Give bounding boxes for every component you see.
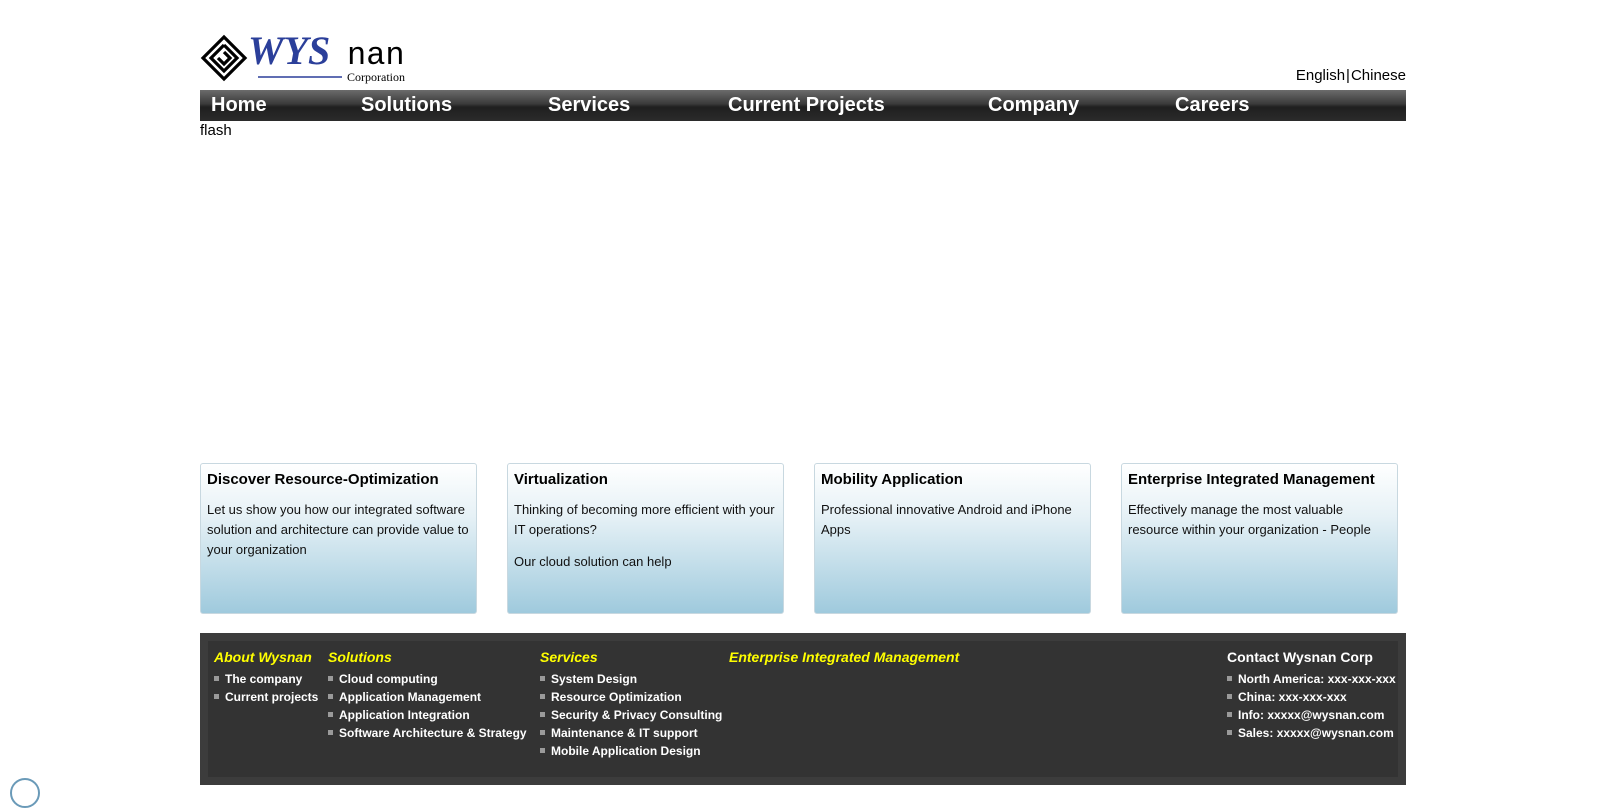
footer-link-security-privacy[interactable]: Security & Privacy Consulting [551,708,722,722]
footer: About Wysnan The company Current project… [200,633,1406,785]
footer-link-application-management[interactable]: Application Management [339,690,481,704]
feature-box-text: Our cloud solution can help [514,554,672,569]
contact-north-america: North America: xxx-xxx-xxx [1227,670,1396,688]
feature-box-title: Enterprise Integrated Management [1128,471,1375,488]
footer-services-heading: Services [540,649,598,665]
footer-link-cloud-computing[interactable]: Cloud computing [339,672,438,686]
feature-box-title: Discover Resource-Optimization [207,471,439,488]
list-item: Cloud computing [328,670,527,688]
flash-placeholder: flash [200,122,232,139]
logo-brand-nan: nan [347,37,405,74]
feature-box-text: Let us show you how our integrated softw… [207,502,469,557]
footer-contact-column: Contact Wysnan Corp North America: xxx-x… [1227,649,1396,742]
nav-company[interactable]: Company [988,94,1079,117]
main-nav: Home Solutions Services Current Projects… [200,90,1406,121]
feature-box-text: Professional innovative Android and iPho… [821,502,1072,537]
page: WYS nan Corporation English|Chinese Home… [200,0,1406,785]
list-item: Current projects [214,688,318,706]
footer-link-system-design[interactable]: System Design [551,672,637,686]
nav-current-projects[interactable]: Current Projects [728,94,885,117]
logo-mark-icon: WYS nan Corporation [200,30,405,84]
feature-box-resource-optimization[interactable]: Discover Resource-Optimization Let us sh… [200,463,477,614]
feature-box-title: Mobility Application [821,471,963,488]
footer-link-application-integration[interactable]: Application Integration [339,708,470,722]
nav-solutions[interactable]: Solutions [361,94,452,117]
corner-badge-icon[interactable] [10,778,40,808]
footer-about-heading: About Wysnan [214,649,312,665]
footer-link-software-architecture[interactable]: Software Architecture & Strategy [339,726,527,740]
contact-sales-email[interactable]: Sales: xxxxx@wysnan.com [1227,724,1396,742]
language-switcher: English|Chinese [1296,67,1406,84]
footer-link-the-company[interactable]: The company [225,672,302,686]
list-item: Resource Optimization [540,688,722,706]
list-item: The company [214,670,318,688]
nav-services[interactable]: Services [548,94,630,117]
nav-home[interactable]: Home [211,94,267,117]
footer-enterprise-column: Enterprise Integrated Management [729,649,959,670]
list-item: Security & Privacy Consulting [540,706,722,724]
list-item: Application Integration [328,706,527,724]
language-english-link[interactable]: English [1296,67,1345,84]
list-item: System Design [540,670,722,688]
footer-services-column: Services System Design Resource Optimiza… [540,649,722,760]
feature-box-text: Effectively manage the most valuable res… [1128,502,1371,537]
nav-careers[interactable]: Careers [1175,94,1250,117]
logo-brand-wys: WYS [248,30,330,73]
footer-link-current-projects[interactable]: Current projects [225,690,318,704]
footer-contact-heading: Contact Wysnan Corp [1227,649,1373,665]
contact-info-email[interactable]: Info: xxxxx@wysnan.com [1227,706,1396,724]
list-item: Application Management [328,688,527,706]
logo[interactable]: WYS nan Corporation [200,30,430,88]
list-item: Mobile Application Design [540,742,722,760]
logo-subtitle: Corporation [347,70,405,84]
header: WYS nan Corporation English|Chinese [200,0,1406,90]
footer-link-resource-optimization[interactable]: Resource Optimization [551,690,682,704]
list-item: Maintenance & IT support [540,724,722,742]
feature-box-text: Thinking of becoming more efficient with… [514,502,775,537]
feature-box-virtualization[interactable]: Virtualization Thinking of becoming more… [507,463,784,614]
list-item: Software Architecture & Strategy [328,724,527,742]
language-chinese-link[interactable]: Chinese [1351,67,1406,84]
footer-solutions-column: Solutions Cloud computing Application Ma… [328,649,527,742]
feature-box-enterprise-management[interactable]: Enterprise Integrated Management Effecti… [1121,463,1398,614]
footer-enterprise-heading[interactable]: Enterprise Integrated Management [729,649,959,665]
footer-inner: About Wysnan The company Current project… [208,641,1398,777]
feature-box-mobility-application[interactable]: Mobility Application Professional innova… [814,463,1091,614]
feature-box-title: Virtualization [514,471,608,488]
footer-solutions-heading: Solutions [328,649,392,665]
footer-link-maintenance-it[interactable]: Maintenance & IT support [551,726,698,740]
footer-link-mobile-app-design[interactable]: Mobile Application Design [551,744,701,758]
footer-about-column: About Wysnan The company Current project… [214,649,318,706]
contact-china: China: xxx-xxx-xxx [1227,688,1396,706]
